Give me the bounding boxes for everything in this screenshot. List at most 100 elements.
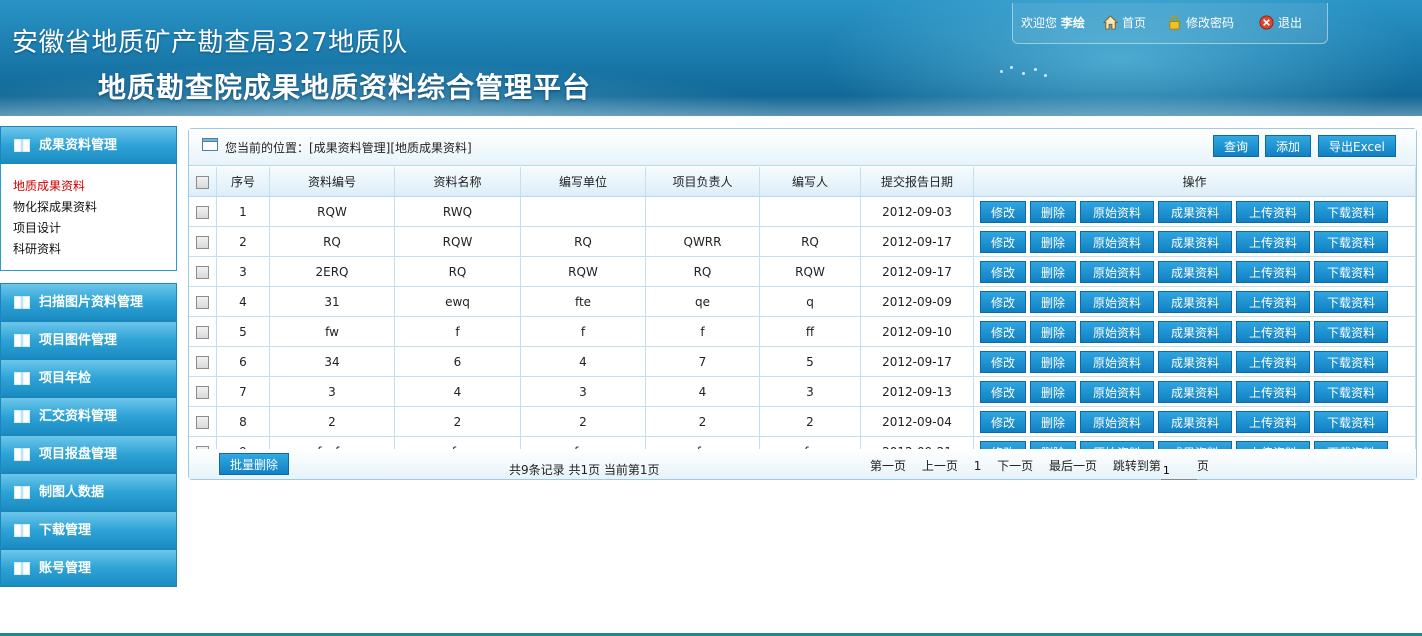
upload-button[interactable]: 上传资料 xyxy=(1236,200,1310,223)
delete-button[interactable]: 删除 xyxy=(1030,290,1076,313)
batch-delete-button[interactable]: 批量删除 xyxy=(219,453,290,475)
delete-button[interactable]: 删除 xyxy=(1030,200,1076,223)
download-button[interactable]: 下载资料 xyxy=(1314,260,1388,283)
sidebar-menu-download[interactable]: 下载管理 xyxy=(0,511,177,549)
download-button[interactable]: 下载资料 xyxy=(1314,230,1388,253)
upload-button[interactable]: 上传资料 xyxy=(1236,410,1310,433)
upload-button[interactable]: 上传资料 xyxy=(1236,350,1310,373)
row-checkbox[interactable] xyxy=(196,355,209,369)
edit-button[interactable]: 修改 xyxy=(980,260,1026,283)
upload-button[interactable]: 上传资料 xyxy=(1236,230,1310,253)
cell-date: 2012-09-17 xyxy=(860,346,974,377)
add-button[interactable]: 添加 xyxy=(1265,135,1312,157)
next-page-link[interactable]: 下一页 xyxy=(997,459,1033,473)
table-row: 5 fw f f f ff 2012-09-10 修改 删除 原始资料 成果资料 上传资料 下载资料 xyxy=(189,316,1416,347)
row-checkbox[interactable] xyxy=(196,265,209,279)
change-password-link[interactable]: 修改密码 xyxy=(1167,14,1234,31)
sidebar-menu-scan-images[interactable]: 扫描图片资料管理 xyxy=(0,283,177,321)
download-button[interactable]: 下载资料 xyxy=(1314,350,1388,373)
sidebar-menu-label: 项目年检 xyxy=(39,371,92,386)
results-data-button[interactable]: 成果资料 xyxy=(1158,410,1232,433)
results-data-button[interactable]: 成果资料 xyxy=(1158,260,1232,283)
org-title: 安徽省地质矿产勘查局327地质队 xyxy=(12,28,408,58)
sidebar-menu-mapper-data[interactable]: 制图人数据 xyxy=(0,473,177,511)
select-all-checkbox[interactable] xyxy=(196,175,209,189)
row-checkbox[interactable] xyxy=(196,235,209,249)
sidebar-item-geophysical-results[interactable]: 物化探成果资料 xyxy=(13,197,176,218)
sidebar-item-research[interactable]: 科研资料 xyxy=(13,239,176,260)
query-button[interactable]: 查询 xyxy=(1213,135,1260,157)
sidebar: 成果资料管理 地质成果资料 物化探成果资料 项目设计 科研资料 扫描图片资料管理… xyxy=(0,126,177,587)
upload-button[interactable]: 上传资料 xyxy=(1236,320,1310,343)
upload-button[interactable]: 上传资料 xyxy=(1236,380,1310,403)
sidebar-menu-account[interactable]: 账号管理 xyxy=(0,549,177,587)
platform-title: 地质勘查院成果地质资料综合管理平台 xyxy=(98,71,592,104)
row-actions: 修改删除原始资料成果资料上传资料下载资料 xyxy=(973,346,1416,377)
delete-button[interactable]: 删除 xyxy=(1030,380,1076,403)
sidebar-menu-annual-check[interactable]: 项目年检 xyxy=(0,359,177,397)
delete-button[interactable]: 删除 xyxy=(1030,320,1076,343)
download-button[interactable]: 下载资料 xyxy=(1314,380,1388,403)
prev-page-link[interactable]: 上一页 xyxy=(922,459,958,473)
download-button[interactable]: 下载资料 xyxy=(1314,410,1388,433)
logout-link[interactable]: 退出 xyxy=(1259,14,1302,31)
row-checkbox[interactable] xyxy=(196,415,209,429)
export-excel-button[interactable]: 导出Excel xyxy=(1318,135,1396,157)
row-checkbox[interactable] xyxy=(196,295,209,309)
edit-button[interactable]: 修改 xyxy=(980,320,1026,343)
edit-button[interactable]: 修改 xyxy=(980,290,1026,313)
raw-data-button[interactable]: 原始资料 xyxy=(1080,410,1154,433)
raw-data-button[interactable]: 原始资料 xyxy=(1080,260,1154,283)
sidebar-section-results[interactable]: 成果资料管理 xyxy=(0,126,177,164)
results-data-button[interactable]: 成果资料 xyxy=(1158,350,1232,373)
row-select-cell xyxy=(189,346,217,377)
last-page-link[interactable]: 最后一页 xyxy=(1049,459,1097,473)
results-data-button[interactable]: 成果资料 xyxy=(1158,200,1232,223)
raw-data-button[interactable]: 原始资料 xyxy=(1080,200,1154,223)
sidebar-menu-label: 制图人数据 xyxy=(39,485,105,500)
select-all-cell xyxy=(189,167,217,197)
results-data-button[interactable]: 成果资料 xyxy=(1158,230,1232,253)
delete-button[interactable]: 删除 xyxy=(1030,260,1076,283)
raw-data-button[interactable]: 原始资料 xyxy=(1080,380,1154,403)
delete-button[interactable]: 删除 xyxy=(1030,230,1076,253)
results-data-button[interactable]: 成果资料 xyxy=(1158,290,1232,313)
edit-button[interactable]: 修改 xyxy=(980,230,1026,253)
row-checkbox[interactable] xyxy=(196,325,209,339)
edit-button[interactable]: 修改 xyxy=(980,350,1026,373)
delete-button[interactable]: 删除 xyxy=(1030,410,1076,433)
book-icon xyxy=(14,139,30,152)
raw-data-button[interactable]: 原始资料 xyxy=(1080,230,1154,253)
jump-page-input[interactable] xyxy=(1160,462,1197,480)
raw-data-button[interactable]: 原始资料 xyxy=(1080,290,1154,313)
row-checkbox[interactable] xyxy=(196,205,209,219)
edit-button[interactable]: 修改 xyxy=(980,380,1026,403)
results-data-button[interactable]: 成果资料 xyxy=(1158,320,1232,343)
sidebar-menu-submission[interactable]: 汇交资料管理 xyxy=(0,397,177,435)
download-button[interactable]: 下载资料 xyxy=(1314,200,1388,223)
download-button[interactable]: 下载资料 xyxy=(1314,290,1388,313)
row-actions: 修改删除原始资料成果资料上传资料下载资料 xyxy=(973,286,1416,317)
sidebar-item-geology-results[interactable]: 地质成果资料 xyxy=(13,176,176,197)
first-page-link[interactable]: 第一页 xyxy=(870,459,906,473)
sidebar-menu-label: 汇交资料管理 xyxy=(39,409,118,424)
sidebar-item-project-design[interactable]: 项目设计 xyxy=(13,218,176,239)
sidebar-menu-project-drawings[interactable]: 项目图件管理 xyxy=(0,321,177,359)
download-button[interactable]: 下载资料 xyxy=(1314,320,1388,343)
upload-button[interactable]: 上传资料 xyxy=(1236,290,1310,313)
col-header-leader: 项目负责人 xyxy=(645,167,760,197)
raw-data-button[interactable]: 原始资料 xyxy=(1080,350,1154,373)
results-data-button[interactable]: 成果资料 xyxy=(1158,380,1232,403)
row-checkbox[interactable] xyxy=(196,385,209,399)
delete-button[interactable]: 删除 xyxy=(1030,350,1076,373)
edit-button[interactable]: 修改 xyxy=(980,200,1026,223)
edit-button[interactable]: 修改 xyxy=(980,410,1026,433)
row-actions: 修改删除原始资料成果资料上传资料下载资料 xyxy=(973,376,1416,407)
home-link[interactable]: 首页 xyxy=(1103,14,1146,31)
sidebar-menu-project-disk[interactable]: 项目报盘管理 xyxy=(0,435,177,473)
cell-unit: 2 xyxy=(520,406,646,437)
raw-data-button[interactable]: 原始资料 xyxy=(1080,320,1154,343)
cell-author: ff xyxy=(759,316,861,347)
cell-name: f xyxy=(394,316,521,347)
upload-button[interactable]: 上传资料 xyxy=(1236,260,1310,283)
